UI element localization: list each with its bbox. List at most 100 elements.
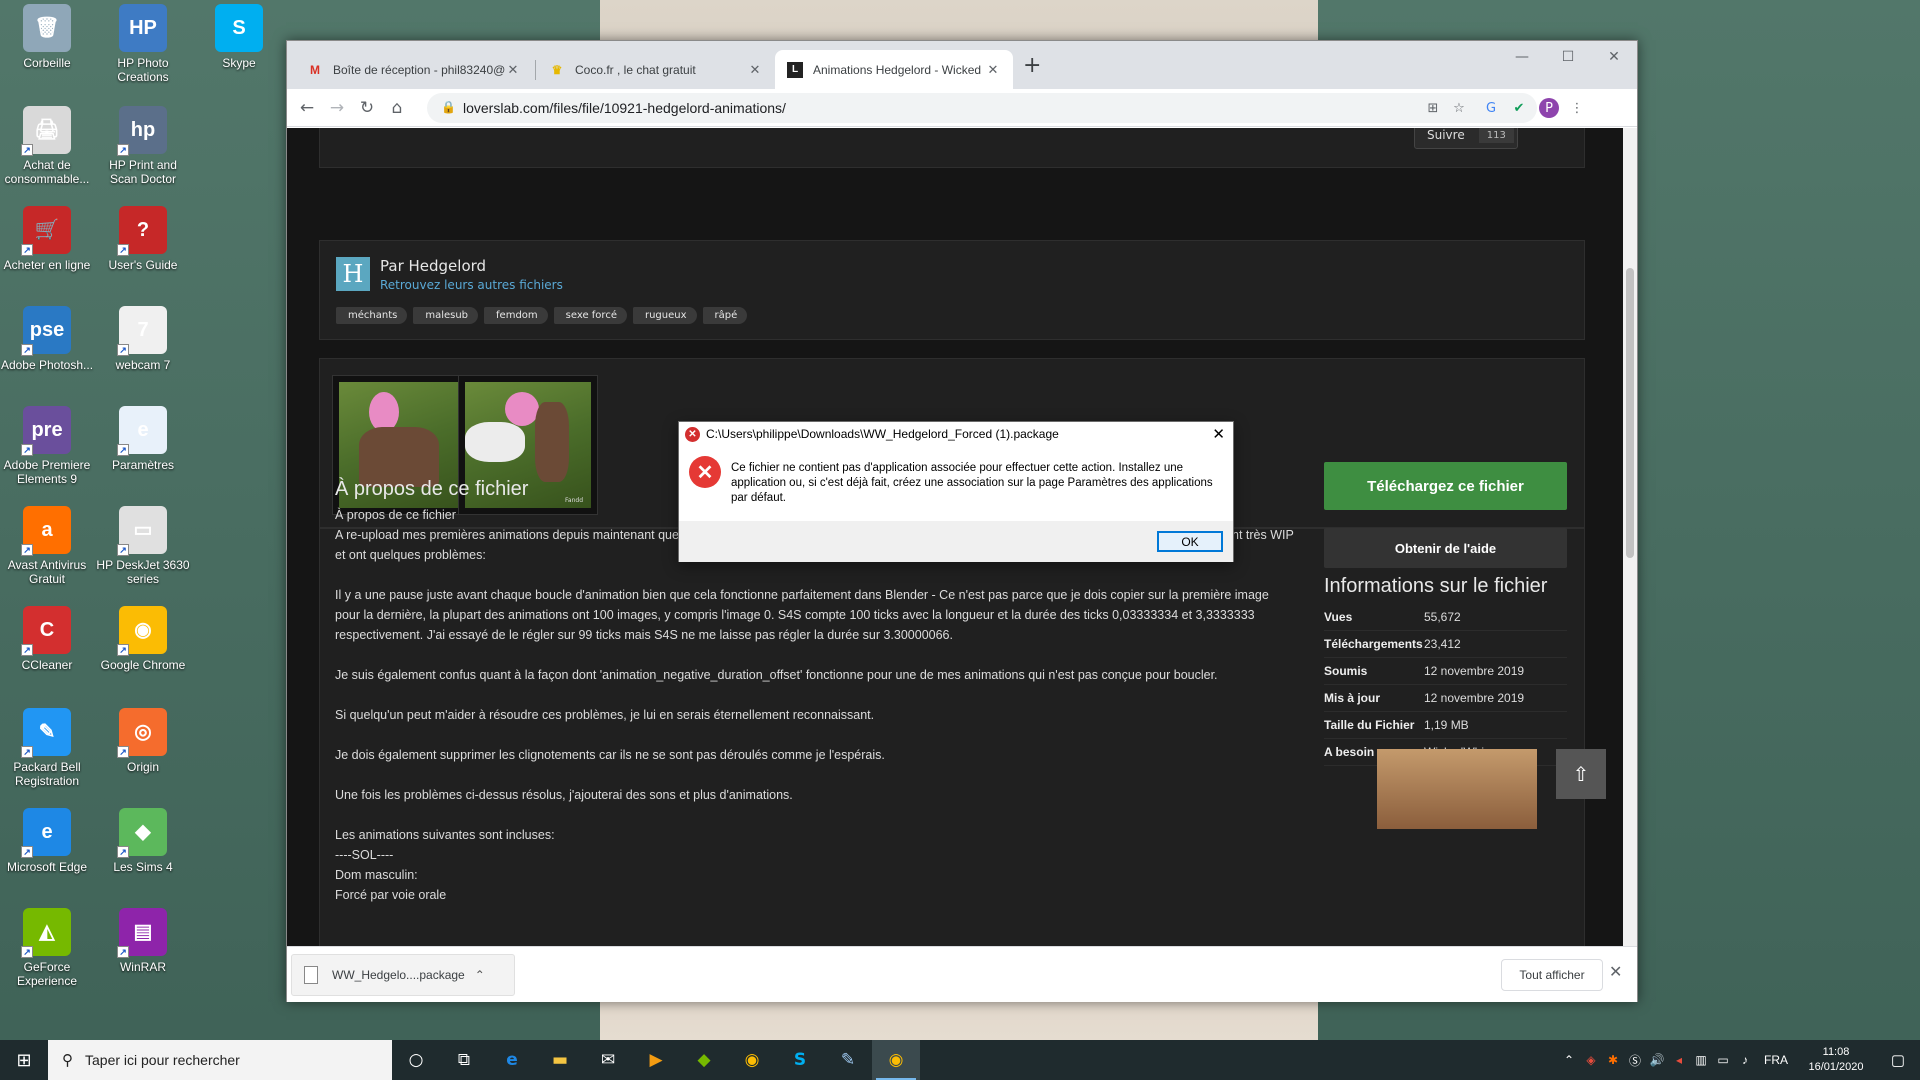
- download-file-button[interactable]: Téléchargez ce fichier: [1324, 462, 1567, 510]
- flag-icon[interactable]: ◂: [1668, 1053, 1690, 1067]
- info-key: Téléchargements: [1324, 637, 1423, 651]
- task-view-icon[interactable]: ⧉: [440, 1040, 488, 1080]
- paint-taskbar-icon[interactable]: ✎: [824, 1040, 872, 1080]
- file-explorer-icon[interactable]: ▬: [536, 1040, 584, 1080]
- desktop-icon[interactable]: ? ↗ User's Guide: [96, 206, 190, 272]
- desktop-icon[interactable]: e ↗ Paramètres: [96, 406, 190, 472]
- follow-count: 113: [1478, 128, 1514, 143]
- speaker-icon[interactable]: ♪: [1734, 1053, 1756, 1067]
- desktop-icon-label: Acheter en ligne: [3, 258, 91, 272]
- tag[interactable]: femdom: [484, 307, 548, 324]
- desktop-icon-image: a ↗: [21, 506, 71, 556]
- network-icon[interactable]: ▥: [1690, 1053, 1712, 1067]
- media-player-icon[interactable]: ▶: [632, 1040, 680, 1080]
- desktop-icon-image: pre ↗: [21, 406, 71, 456]
- chevron-up-icon[interactable]: ⌃: [1558, 1053, 1580, 1067]
- dialog-title: C:\Users\philippe\Downloads\WW_Hedgelord…: [706, 427, 1059, 441]
- desktop-icon[interactable]: ▭ ↗ HP DeskJet 3630 series: [96, 506, 190, 586]
- avast-tray-icon[interactable]: ✱: [1602, 1053, 1624, 1067]
- about-paragraph: Si quelqu'un peut m'aider à résoudre ces…: [335, 708, 875, 722]
- desktop-icon[interactable]: ◎ ↗ Origin: [96, 708, 190, 774]
- desktop-icon-image: C ↗: [21, 606, 71, 656]
- start-button[interactable]: ⊞: [0, 1040, 48, 1080]
- desktop-icon[interactable]: ✎ ↗ Packard Bell Registration: [0, 708, 94, 788]
- desktop-icon-label: Packard Bell Registration: [13, 760, 81, 788]
- desktop-icon[interactable]: hp ↗ HP Print and Scan Doctor: [96, 106, 190, 186]
- info-row: Vues 55,672: [1324, 604, 1567, 631]
- cortana-icon[interactable]: ○: [392, 1040, 440, 1080]
- notifications-icon[interactable]: ▢: [1876, 1051, 1920, 1069]
- tray-app-icon[interactable]: ◈: [1580, 1053, 1602, 1067]
- chrome-taskbar-icon[interactable]: ◉: [728, 1040, 776, 1080]
- dialog-titlebar: ✕ C:\Users\philippe\Downloads\WW_Hedgelo…: [679, 422, 1233, 446]
- edge-taskbar-icon[interactable]: e: [488, 1040, 536, 1080]
- tag[interactable]: rugueux: [632, 307, 697, 324]
- dialog-close-button[interactable]: ✕: [1212, 425, 1225, 443]
- desktop-icon[interactable]: 🗑 Corbeille: [0, 4, 94, 70]
- desktop-icon[interactable]: ◉ ↗ Google Chrome: [96, 606, 190, 672]
- shortcut-arrow-icon: ↗: [117, 444, 129, 456]
- desktop-icon[interactable]: pre ↗ Adobe Premiere Elements 9: [0, 406, 94, 486]
- clock[interactable]: 11:08 16/01/2020: [1796, 1045, 1876, 1075]
- volume-icon[interactable]: 🔊: [1646, 1053, 1668, 1067]
- desktop-icon[interactable]: ◆ ↗ Les Sims 4: [96, 808, 190, 874]
- about-paragraph: Je suis également confus quant à la faço…: [335, 668, 1218, 682]
- desktop-icon[interactable]: a ↗ Avast Antivirus Gratuit: [0, 506, 94, 586]
- desktop-icon-label: Microsoft Edge: [6, 860, 88, 874]
- desktop-icon[interactable]: ▤ ↗ WinRAR: [96, 908, 190, 974]
- about-paragraph: Forcé par voie orale: [335, 888, 447, 902]
- error-dialog: ✕ C:\Users\philippe\Downloads\WW_Hedgelo…: [678, 421, 1234, 562]
- desktop-icon[interactable]: ◭ ↗ GeForce Experience: [0, 908, 94, 988]
- desktop-icon[interactable]: 🛒 ↗ Acheter en ligne: [0, 206, 94, 272]
- file-header-panel: Suivre 113: [319, 128, 1585, 168]
- shortcut-arrow-icon: ↗: [21, 946, 33, 958]
- back-to-top-button[interactable]: ⇧: [1556, 749, 1606, 799]
- page-scrollbar[interactable]: [1623, 128, 1637, 960]
- language-indicator[interactable]: FRA: [1756, 1053, 1796, 1067]
- download-item[interactable]: WW_Hedgelo....package ⌃: [291, 954, 515, 996]
- info-value: 55,672: [1424, 610, 1461, 624]
- scrollbar-thumb[interactable]: [1626, 268, 1634, 558]
- desktop-icon-image: ? ↗: [117, 206, 167, 256]
- desktop-icon[interactable]: C ↗ CCleaner: [0, 606, 94, 672]
- about-heading: À propos de ce fichier: [335, 478, 529, 500]
- tag[interactable]: sexe forcé: [553, 307, 627, 324]
- sidebar-image[interactable]: [1377, 749, 1537, 829]
- sims-taskbar-icon[interactable]: ◆: [680, 1040, 728, 1080]
- shortcut-arrow-icon: ↗: [21, 244, 33, 256]
- chrome-active-taskbar-icon[interactable]: ◉: [872, 1040, 920, 1080]
- follow-button[interactable]: Suivre 113: [1414, 128, 1518, 149]
- taskbar-search[interactable]: ⚲ Taper ici pour rechercher: [48, 1040, 392, 1080]
- desktop-icon[interactable]: 7 ↗ webcam 7: [96, 306, 190, 372]
- desktop-icon[interactable]: e ↗ Microsoft Edge: [0, 808, 94, 874]
- skype-tray-icon[interactable]: Ⓢ: [1624, 1052, 1646, 1069]
- close-shelf-icon[interactable]: ✕: [1609, 962, 1622, 981]
- shortcut-arrow-icon: ↗: [21, 644, 33, 656]
- get-help-button[interactable]: Obtenir de l'aide: [1324, 528, 1567, 568]
- author-files-link[interactable]: Retrouvez leurs autres fichiers: [380, 278, 563, 292]
- desktop-icon-image: e ↗: [21, 808, 71, 858]
- info-value: 12 novembre 2019: [1424, 691, 1525, 705]
- info-value: 1,19 MB: [1424, 718, 1469, 732]
- author-name[interactable]: Par Hedgelord: [380, 257, 486, 275]
- desktop-icon-label: Skype: [222, 56, 256, 70]
- desktop-icon-label: GeForce Experience: [16, 960, 78, 988]
- tag[interactable]: méchants: [336, 307, 408, 324]
- search-icon: ⚲: [62, 1052, 73, 1069]
- desktop-icon-image: ◎ ↗: [117, 708, 167, 758]
- show-all-button[interactable]: Tout afficher: [1501, 959, 1603, 991]
- mail-icon[interactable]: ✉: [584, 1040, 632, 1080]
- desktop-icon[interactable]: pse ↗ Adobe Photosh...: [0, 306, 94, 372]
- display-icon[interactable]: ▭: [1712, 1053, 1734, 1067]
- skype-taskbar-icon[interactable]: S: [776, 1040, 824, 1080]
- chevron-up-icon[interactable]: ⌃: [475, 968, 485, 982]
- tag[interactable]: malesub: [413, 307, 479, 324]
- ok-button[interactable]: OK: [1157, 531, 1223, 552]
- tag[interactable]: râpé: [702, 307, 748, 324]
- desktop-icon[interactable]: 🖨 ↗ Achat de consommable...: [0, 106, 94, 186]
- error-icon: ✕: [689, 456, 721, 488]
- desktop-icon[interactable]: S Skype: [192, 4, 286, 70]
- desktop-icon[interactable]: HP HP Photo Creations: [96, 4, 190, 84]
- author-avatar[interactable]: H: [336, 257, 370, 291]
